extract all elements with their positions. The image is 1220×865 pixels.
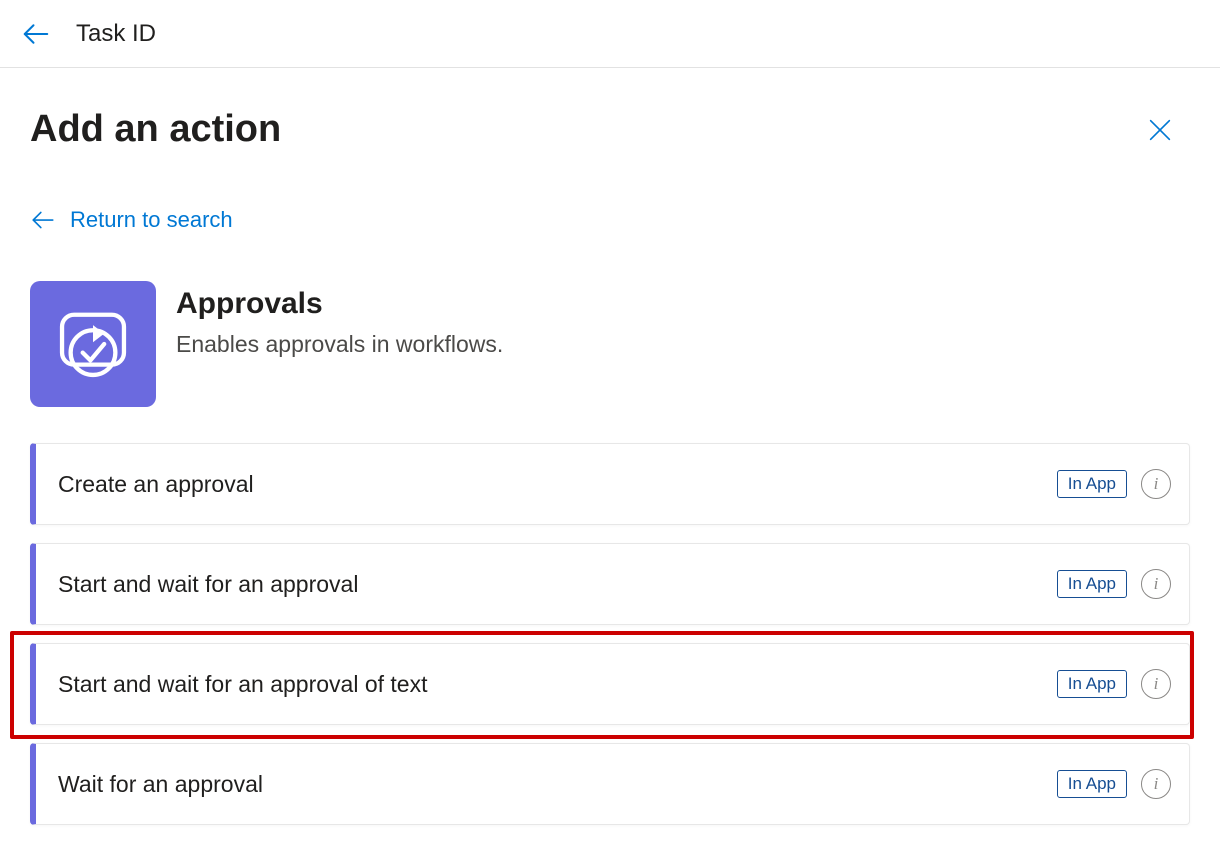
in-app-badge: In App bbox=[1057, 670, 1127, 698]
action-wait-approval[interactable]: Wait for an approval In App i bbox=[30, 743, 1190, 825]
action-label: Wait for an approval bbox=[58, 771, 1057, 798]
action-list: Create an approval In App i Start and wa… bbox=[30, 443, 1190, 825]
approvals-icon bbox=[50, 301, 136, 387]
action-label: Start and wait for an approval of text bbox=[58, 671, 1057, 698]
return-to-search-link[interactable]: Return to search bbox=[30, 207, 233, 233]
action-start-wait-approval[interactable]: Start and wait for an approval In App i bbox=[30, 543, 1190, 625]
info-icon[interactable]: i bbox=[1141, 669, 1171, 699]
action-label: Start and wait for an approval bbox=[58, 571, 1057, 598]
return-label: Return to search bbox=[70, 207, 233, 233]
in-app-badge: In App bbox=[1057, 570, 1127, 598]
in-app-badge: In App bbox=[1057, 470, 1127, 498]
panel-heading: Add an action bbox=[30, 108, 281, 151]
connector-tile bbox=[30, 281, 156, 407]
connector-header: Approvals Enables approvals in workflows… bbox=[30, 281, 1190, 407]
topbar: Task ID bbox=[0, 0, 1220, 68]
connector-description: Enables approvals in workflows. bbox=[176, 331, 503, 358]
info-icon[interactable]: i bbox=[1141, 569, 1171, 599]
page-title: Task ID bbox=[76, 20, 156, 48]
connector-name: Approvals bbox=[176, 287, 503, 321]
in-app-badge: In App bbox=[1057, 770, 1127, 798]
info-icon[interactable]: i bbox=[1141, 469, 1171, 499]
info-icon[interactable]: i bbox=[1141, 769, 1171, 799]
action-create-approval[interactable]: Create an approval In App i bbox=[30, 443, 1190, 525]
action-label: Create an approval bbox=[58, 471, 1057, 498]
action-start-wait-approval-text[interactable]: Start and wait for an approval of text I… bbox=[30, 643, 1190, 725]
close-icon[interactable] bbox=[1140, 110, 1180, 150]
arrow-left-icon bbox=[30, 207, 56, 233]
back-icon[interactable] bbox=[16, 14, 56, 54]
